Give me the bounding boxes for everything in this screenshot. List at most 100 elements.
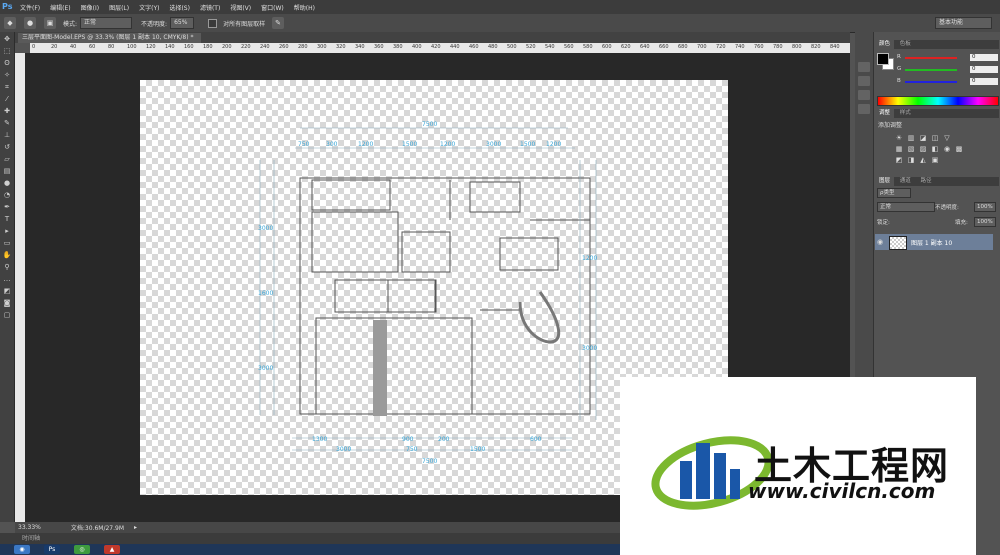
blend-mode-select[interactable]: 正常	[877, 202, 935, 212]
layer-kind-filter[interactable]: ρ类型	[877, 188, 911, 198]
ruler-tick-label: 380	[393, 44, 403, 50]
vertical-ruler[interactable]	[15, 53, 25, 523]
start-button-icon[interactable]: ◉	[14, 545, 30, 554]
menu-type[interactable]: 文字(Y)	[139, 3, 159, 12]
brush-panel-icon[interactable]: ▣	[44, 17, 56, 29]
layer-fill-input[interactable]: 100%	[974, 217, 996, 227]
properties-panel-icon[interactable]	[858, 76, 870, 86]
color-balance-icon[interactable]: ▨	[919, 145, 927, 153]
marquee-tool-icon[interactable]: ⬚	[2, 46, 12, 56]
threshold-icon[interactable]: ◭	[919, 156, 927, 164]
gradient-map-icon[interactable]: ▽	[943, 134, 951, 142]
hue-saturation-icon[interactable]: ▧	[907, 145, 915, 153]
menu-filter[interactable]: 滤镜(T)	[200, 3, 220, 12]
mode-label: 模式:	[63, 20, 78, 28]
layer-name[interactable]: 图层 1 副本 10	[911, 238, 952, 247]
visibility-eye-icon[interactable]: ◉	[877, 238, 885, 246]
character-panel-icon[interactable]	[858, 90, 870, 100]
black-white-icon[interactable]: ◧	[931, 145, 939, 153]
menu-image[interactable]: 图像(I)	[81, 3, 99, 12]
path-select-tool-icon[interactable]: ▸	[2, 226, 12, 236]
gradient-tool-icon[interactable]: ▤	[2, 166, 12, 176]
color-panel: R 0 G 0 B 0	[875, 49, 999, 107]
brush-tool-icon[interactable]: ✎	[2, 118, 12, 128]
ruler-tick-label: 720	[716, 44, 726, 50]
quick-select-tool-icon[interactable]: ✧	[2, 70, 12, 80]
ruler-tick-label: 60	[89, 44, 96, 50]
clone-stamp-tool-icon[interactable]: ⊥	[2, 130, 12, 140]
tab-layers[interactable]: 图层	[875, 177, 895, 186]
lasso-tool-icon[interactable]: ʘ	[2, 58, 12, 68]
curves-icon[interactable]: ◪	[919, 134, 927, 142]
foreground-swatch[interactable]	[877, 53, 889, 65]
timeline-panel[interactable]: 时间轴	[0, 533, 642, 544]
ruler-tick-label: 40	[70, 44, 77, 50]
type-tool-icon[interactable]: T	[2, 214, 12, 224]
windows-taskbar: ◉ Ps ◎ ▲	[0, 544, 620, 555]
slider-g[interactable]: G 0	[897, 66, 998, 74]
zoom-level[interactable]: 33.33%	[18, 524, 41, 531]
slider-r[interactable]: R 0	[897, 54, 998, 62]
tab-channels[interactable]: 通道	[896, 177, 915, 186]
menu-view[interactable]: 视图(V)	[230, 3, 251, 12]
history-brush-tool-icon[interactable]: ↺	[2, 142, 12, 152]
tab-color[interactable]: 颜色	[875, 40, 895, 49]
menu-layer[interactable]: 图层(L)	[109, 3, 129, 12]
screen-mode-icon[interactable]: ▢	[2, 310, 12, 320]
history-panel-icon[interactable]	[858, 62, 870, 72]
brightness-icon[interactable]: ☀	[895, 134, 903, 142]
brush-size-icon[interactable]: ●	[24, 17, 36, 29]
mode-select[interactable]: 正常	[80, 17, 133, 29]
hand-tool-icon[interactable]: ✋	[2, 250, 12, 260]
horizontal-ruler[interactable]: 0 20 40 60 80 100 120 140 160 180 200 220 240 260 280 3…	[30, 43, 850, 53]
channel-mixer-icon[interactable]: ▩	[955, 145, 963, 153]
blur-tool-icon[interactable]: ●	[2, 178, 12, 188]
browser-taskbar-icon[interactable]: ◎	[74, 545, 90, 554]
tab-adjustments[interactable]: 调整	[875, 109, 895, 118]
pen-tool-icon[interactable]: ✒	[2, 202, 12, 212]
vibrance-icon[interactable]: ▦	[895, 145, 903, 153]
exposure-icon[interactable]: ◫	[931, 134, 939, 142]
menu-help[interactable]: 帮助(H)	[294, 3, 315, 12]
document-tab[interactable]: 三层平面图-Model.EPS @ 33.3% (图层 1 副本 10, CMY…	[18, 33, 202, 43]
ruler-tick-label: 440	[450, 44, 460, 50]
sample-all-layers-checkbox[interactable]	[208, 18, 218, 28]
dodge-tool-icon[interactable]: ◔	[2, 190, 12, 200]
status-menu-arrow-icon[interactable]: ▸	[134, 524, 137, 531]
color-spectrum[interactable]	[877, 96, 999, 106]
more-tools-icon[interactable]: …	[2, 274, 12, 284]
zoom-tool-icon[interactable]: ⚲	[2, 262, 12, 272]
tool-preset-icon[interactable]: ◆	[4, 17, 16, 29]
posterize-icon[interactable]: ◨	[907, 156, 915, 164]
photoshop-taskbar-icon[interactable]: Ps	[44, 545, 60, 554]
healing-tool-icon[interactable]: ✚	[2, 106, 12, 116]
layer-opacity-input[interactable]: 100%	[974, 202, 996, 212]
eraser-tool-icon[interactable]: ▱	[2, 154, 12, 164]
menu-select[interactable]: 选择(S)	[169, 3, 190, 12]
eyedropper-tool-icon[interactable]: ⁄	[2, 94, 12, 104]
foreground-background-icon[interactable]: ◩	[2, 286, 12, 296]
layer-row[interactable]: ◉ 图层 1 副本 10	[875, 234, 993, 250]
levels-icon[interactable]: ▥	[907, 134, 915, 142]
slider-b[interactable]: B 0	[897, 78, 998, 86]
acrobat-taskbar-icon[interactable]: ▲	[104, 545, 120, 554]
move-tool-icon[interactable]: ✥	[2, 34, 12, 44]
paragraph-panel-icon[interactable]	[858, 104, 870, 114]
pressure-icon[interactable]: ✎	[272, 17, 285, 29]
tab-styles[interactable]: 样式	[896, 109, 915, 118]
quick-mask-icon[interactable]: ◙	[2, 298, 12, 308]
menu-file[interactable]: 文件(F)	[20, 3, 40, 12]
invert-icon[interactable]: ◩	[895, 156, 903, 164]
shape-tool-icon[interactable]: ▭	[2, 238, 12, 248]
tab-paths[interactable]: 路径	[917, 177, 936, 186]
photo-filter-icon[interactable]: ◉	[943, 145, 951, 153]
workspace-select[interactable]: 基本功能	[935, 17, 992, 29]
crop-tool-icon[interactable]: ⌗	[2, 82, 12, 92]
menu-window[interactable]: 窗口(W)	[261, 3, 284, 12]
tab-swatches[interactable]: 色板	[896, 40, 915, 49]
opacity-input[interactable]: 65%	[170, 17, 195, 29]
ruler-tick-label: 760	[754, 44, 764, 50]
selective-color-icon[interactable]: ▣	[931, 156, 939, 164]
color-panel-tabs: 颜色 色板	[875, 40, 999, 49]
menu-edit[interactable]: 编辑(E)	[50, 3, 70, 12]
